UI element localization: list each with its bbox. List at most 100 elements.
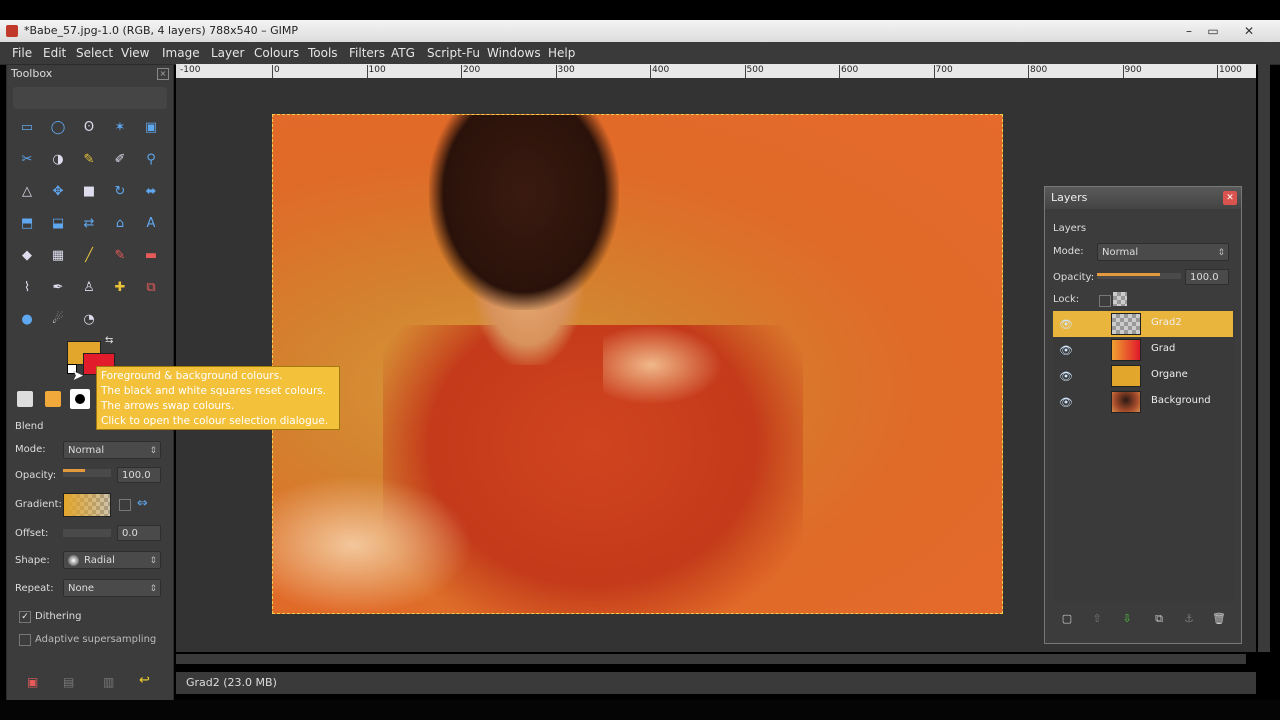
layers-opacity-spin[interactable]: 100.0 <box>1185 269 1229 285</box>
restore-options-icon[interactable]: ▤ <box>63 675 74 689</box>
visibility-eye-icon[interactable]: 👁 <box>1059 344 1073 357</box>
smudge-icon[interactable]: ☄ <box>47 309 69 331</box>
menu-layer[interactable]: Layer <box>211 46 244 60</box>
delete-layer-icon[interactable]: 🗑 <box>1211 611 1227 627</box>
dodge-burn-icon[interactable]: ◔ <box>78 309 100 331</box>
layers-mode-combo[interactable]: Normal ⇕ <box>1097 243 1229 261</box>
menu-edit[interactable]: Edit <box>43 46 66 60</box>
repeat-value: None <box>68 583 95 594</box>
lock-alpha-icon[interactable] <box>1113 292 1127 306</box>
offset-spin[interactable]: 0.0 <box>117 525 161 541</box>
lock-pixels-checkbox[interactable] <box>1099 295 1111 307</box>
blur-icon[interactable]: ● <box>16 309 38 331</box>
lower-layer-icon[interactable]: ⇩ <box>1119 611 1135 627</box>
paths-icon[interactable]: ✎ <box>78 149 100 171</box>
menu-colours[interactable]: Colours <box>254 46 299 60</box>
new-layer-icon[interactable]: ▢ <box>1059 611 1075 627</box>
layers-opacity-slider[interactable] <box>1097 273 1181 279</box>
layer-thumbnail <box>1111 339 1141 361</box>
visibility-eye-icon[interactable]: 👁 <box>1059 318 1073 331</box>
scissors-select-icon[interactable]: ✂ <box>16 149 38 171</box>
brush-tab-icon[interactable] <box>70 389 90 409</box>
document-tab-icon[interactable] <box>17 391 33 407</box>
raise-layer-icon[interactable]: ⇧ <box>1089 611 1105 627</box>
eraser-icon[interactable]: ▬ <box>140 245 162 267</box>
lasso-icon[interactable]: ʘ <box>78 117 100 139</box>
menu-tools[interactable]: Tools <box>308 46 338 60</box>
opacity-slider[interactable] <box>63 469 111 477</box>
mode-combo[interactable]: Normal ⇕ <box>63 441 161 459</box>
close-button[interactable]: ✕ <box>1238 22 1260 40</box>
bucket-fill-icon[interactable]: ◆ <box>16 245 38 267</box>
fuzzy-select-icon[interactable]: ✶ <box>109 117 131 139</box>
reverse-gradient-checkbox[interactable] <box>119 499 131 511</box>
rect-select-icon[interactable]: ▭ <box>16 117 38 139</box>
maximize-button[interactable]: ▭ <box>1202 22 1224 40</box>
status-bar: Grad2 (23.0 MB) <box>176 672 1256 694</box>
text-icon[interactable]: A <box>140 213 162 235</box>
minimize-button[interactable]: – <box>1178 22 1200 40</box>
layer-row[interactable]: 👁 Grad2 <box>1053 311 1233 337</box>
anchor-layer-icon[interactable]: ⚓ <box>1181 611 1197 627</box>
status-text: Grad2 (23.0 MB) <box>186 676 277 689</box>
gradient-preview[interactable] <box>63 493 111 517</box>
by-color-select-icon[interactable]: ▣ <box>140 117 162 139</box>
ellipse-select-icon[interactable]: ◯ <box>47 117 69 139</box>
pencil-icon[interactable]: ╱ <box>78 245 100 267</box>
blend-icon[interactable]: ▦ <box>47 245 69 267</box>
clone-icon[interactable]: ♙ <box>78 277 100 299</box>
menu-windows[interactable]: Windows <box>487 46 541 60</box>
swap-colors-icon[interactable]: ⇆ <box>105 335 113 346</box>
menu-image[interactable]: Image <box>162 46 200 60</box>
scale-icon[interactable]: ⬌ <box>140 181 162 203</box>
layer-row[interactable]: 👁 Background <box>1053 389 1233 415</box>
color-picker-icon[interactable]: ✐ <box>109 149 131 171</box>
toolbox-title: Toolbox <box>11 67 53 80</box>
visibility-eye-icon[interactable]: 👁 <box>1059 396 1073 409</box>
delete-options-icon[interactable]: ▥ <box>103 675 114 689</box>
visibility-eye-icon[interactable]: 👁 <box>1059 370 1073 383</box>
duplicate-layer-icon[interactable]: ⧉ <box>1151 611 1167 627</box>
ink-icon[interactable]: ✒ <box>47 277 69 299</box>
perspective-icon[interactable]: ⬓ <box>47 213 69 235</box>
top-ruler[interactable]: -100 0 100 200 300 400 500 600 700 800 900 1000 <box>176 64 1256 78</box>
layer-row[interactable]: 👁 Grad <box>1053 337 1233 363</box>
reset-options-icon[interactable]: ↩ <box>139 673 150 688</box>
gradient-tab-icon[interactable] <box>45 391 61 407</box>
move-icon[interactable]: ✥ <box>47 181 69 203</box>
save-options-icon[interactable]: ▣ <box>27 675 38 689</box>
horizontal-scrollbar[interactable] <box>176 654 1246 664</box>
toolbox-close-icon[interactable]: × <box>157 68 169 80</box>
flip-icon[interactable]: ⇄ <box>78 213 100 235</box>
shear-icon[interactable]: ⬒ <box>16 213 38 235</box>
menu-script-fu[interactable]: Script-Fu <box>427 46 480 60</box>
image-canvas[interactable] <box>272 114 1003 614</box>
repeat-combo[interactable]: None ⇕ <box>63 579 161 597</box>
perspective-clone-icon[interactable]: ⧉ <box>140 277 162 299</box>
menu-atg[interactable]: ATG <box>391 46 415 60</box>
adaptive-supersampling-checkbox[interactable] <box>19 634 31 646</box>
rotate-icon[interactable]: ↻ <box>109 181 131 203</box>
vertical-scrollbar[interactable] <box>1258 64 1270 652</box>
measure-icon[interactable]: △ <box>16 181 38 203</box>
menu-file[interactable]: File <box>12 46 32 60</box>
offset-slider[interactable] <box>63 529 111 537</box>
image-subject-shoulder <box>603 325 723 405</box>
layers-close-icon[interactable]: ✕ <box>1223 191 1237 205</box>
heal-icon[interactable]: ✚ <box>109 277 131 299</box>
menu-help[interactable]: Help <box>548 46 575 60</box>
shape-combo[interactable]: Radial ⇕ <box>63 551 161 569</box>
reverse-arrows-icon[interactable]: ⇔ <box>137 496 148 511</box>
paintbrush-icon[interactable]: ✎ <box>109 245 131 267</box>
layer-row[interactable]: 👁 Organe <box>1053 363 1233 389</box>
cage-icon[interactable]: ⌂ <box>109 213 131 235</box>
dithering-checkbox[interactable]: ✓ <box>19 611 31 623</box>
opacity-spin[interactable]: 100.0 <box>117 467 161 483</box>
menu-filters[interactable]: Filters <box>349 46 385 60</box>
foreground-select-icon[interactable]: ◑ <box>47 149 69 171</box>
menu-view[interactable]: View <box>121 46 149 60</box>
airbrush-icon[interactable]: ⌇ <box>16 277 38 299</box>
crop-icon[interactable]: ■ <box>78 181 100 203</box>
menu-select[interactable]: Select <box>76 46 113 60</box>
zoom-icon[interactable]: ⚲ <box>140 149 162 171</box>
